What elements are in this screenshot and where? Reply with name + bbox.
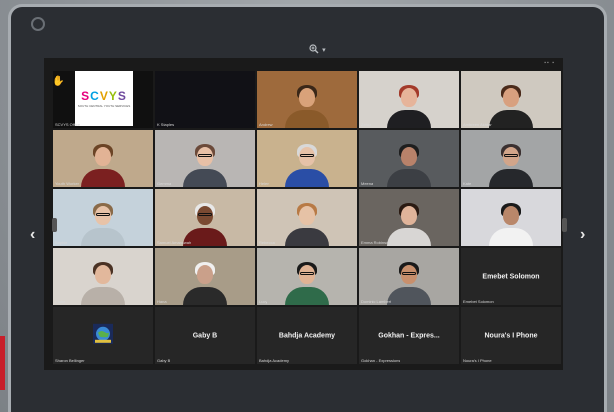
participant-tile[interactable]: Ambreen Akhtar bbox=[461, 71, 561, 128]
participant-tile[interactable]: Emma Robinson bbox=[359, 189, 459, 246]
participant-video bbox=[183, 141, 227, 187]
zoom-in-icon[interactable] bbox=[309, 44, 319, 54]
participant-caption: Rebecca bbox=[259, 240, 275, 245]
participant-tile[interactable]: Gemma bbox=[155, 130, 255, 187]
camera-icon bbox=[31, 17, 45, 31]
participant-tile[interactable]: Sophie bbox=[53, 189, 153, 246]
participant-video bbox=[285, 200, 329, 246]
raised-hand-icon: ✋ bbox=[52, 76, 65, 87]
participant-caption: Emma Robinson bbox=[361, 240, 391, 245]
participant-caption: Noura's I Phone bbox=[463, 358, 492, 363]
next-page-icon[interactable]: › bbox=[580, 226, 585, 244]
right-panel-tab[interactable] bbox=[562, 218, 567, 232]
participant-tile[interactable]: Youth Worker bbox=[53, 130, 153, 187]
participant-video bbox=[285, 82, 329, 128]
participant-caption: Gemma bbox=[157, 181, 172, 186]
participant-tile[interactable]: Gokhan - Expres... Gokhan - Expressions bbox=[359, 307, 459, 364]
participant-tile[interactable]: Andrew bbox=[257, 71, 357, 128]
participant-name: Noura's I Phone bbox=[484, 332, 538, 339]
participant-caption: Kate bbox=[463, 181, 472, 186]
participant-name: Gokhan - Expres... bbox=[378, 332, 440, 339]
prev-page-icon[interactable]: ‹ bbox=[30, 226, 35, 244]
participant-video bbox=[489, 200, 533, 246]
participant-caption: Gaby B bbox=[157, 358, 171, 363]
participant-tile[interactable]: Zehra bbox=[359, 71, 459, 128]
participant-tile[interactable]: Rebecca bbox=[257, 189, 357, 246]
participant-caption: Meena bbox=[361, 181, 374, 186]
participant-tile[interactable]: Dominic Lambert bbox=[359, 248, 459, 305]
participant-video bbox=[387, 259, 431, 305]
participant-video bbox=[81, 141, 125, 187]
scvys-logo: SCVYS SOUTH CENTRAL YOUTH SERVICES bbox=[75, 71, 133, 126]
participant-caption: Lucy bbox=[259, 299, 268, 304]
participant-tile[interactable]: Bahdja Academy Bahdja Academy bbox=[257, 307, 357, 364]
globe-emblem-icon bbox=[92, 322, 114, 344]
participant-caption: Dominic Lambert bbox=[361, 299, 392, 304]
meeting-top-bar: ▪▪ ▪ bbox=[44, 58, 563, 70]
participant-tile[interactable]: SCVYS SOUTH CENTRAL YOUTH SERVICES SCVYS O… bbox=[53, 71, 153, 128]
participant-caption: Emebet Solomon bbox=[463, 299, 494, 304]
participant-tile[interactable]: Lucy bbox=[257, 248, 357, 305]
logo-text: SCVYS bbox=[81, 89, 127, 103]
participant-tile[interactable]: K Staples bbox=[155, 71, 255, 128]
zoom-caret[interactable]: ▾ bbox=[322, 46, 326, 54]
participant-tile[interactable]: Samuel Amankwah bbox=[155, 189, 255, 246]
participant-tile[interactable]: Kate bbox=[461, 130, 561, 187]
participant-caption: Youth Worker bbox=[55, 181, 80, 186]
window-meta: ▪▪ ▪ bbox=[544, 60, 555, 66]
participant-tile[interactable]: Gaby B Gaby B bbox=[155, 307, 255, 364]
participant-caption: Bahdja Academy bbox=[259, 358, 290, 363]
red-accent-bar bbox=[0, 336, 5, 390]
participant-caption: Andrew bbox=[259, 122, 273, 127]
participant-caption: K Staples bbox=[157, 122, 175, 127]
participant-caption: Zehra bbox=[361, 122, 372, 127]
participant-video bbox=[489, 82, 533, 128]
participant-video bbox=[285, 141, 329, 187]
participant-caption: Samuel Amankwah bbox=[157, 240, 192, 245]
top-toolbar: ▾ bbox=[11, 7, 604, 65]
participant-caption: Sophie bbox=[55, 240, 68, 245]
participant-caption: Claire bbox=[55, 299, 66, 304]
participant-name: Gaby B bbox=[192, 332, 218, 339]
participant-tile[interactable]: Noura's I Phone Noura's I Phone bbox=[461, 307, 561, 364]
participant-tile[interactable]: Emebet Solomon Emebet Solomon bbox=[461, 248, 561, 305]
participant-video bbox=[285, 259, 329, 305]
logo-subtitle: SOUTH CENTRAL YOUTH SERVICES bbox=[77, 104, 131, 108]
participant-name: Emebet Solomon bbox=[482, 273, 540, 280]
participant-caption: Gokhan - Expressions bbox=[361, 358, 401, 363]
gallery-grid: SCVYS SOUTH CENTRAL YOUTH SERVICES SCVYS O… bbox=[53, 71, 562, 369]
zoom-control[interactable]: ▾ bbox=[309, 43, 326, 55]
participant-caption: Sharon Bellinger bbox=[55, 358, 85, 363]
left-panel-tab[interactable] bbox=[52, 218, 57, 232]
meeting-window: ▪▪ ▪ SCVYS SOUTH CENTRAL YOUTH SERVICES SC… bbox=[44, 58, 563, 370]
participant-video bbox=[387, 82, 431, 128]
participant-caption: SCVYS Office bbox=[55, 122, 81, 127]
participant-caption: Hana bbox=[157, 299, 167, 304]
participant-caption: Helen bbox=[259, 181, 270, 186]
participant-video bbox=[183, 259, 227, 305]
participant-caption: Ambreen Akhtar bbox=[463, 122, 492, 127]
participant-video bbox=[489, 141, 533, 187]
participant-tile[interactable]: Hana bbox=[155, 248, 255, 305]
participant-video bbox=[387, 141, 431, 187]
participant-video bbox=[387, 200, 431, 246]
participant-name: Bahdja Academy bbox=[278, 332, 336, 339]
participant-tile[interactable]: Claire bbox=[53, 248, 153, 305]
participant-tile[interactable]: Meena bbox=[359, 130, 459, 187]
participant-video bbox=[81, 200, 125, 246]
participant-tile[interactable]: Sharon Bellinger bbox=[53, 307, 153, 364]
participant-tile[interactable]: Helen bbox=[257, 130, 357, 187]
participant-tile[interactable]: Tom Hardy bbox=[461, 189, 561, 246]
participant-caption: Tom Hardy bbox=[463, 240, 483, 245]
participant-video bbox=[81, 259, 125, 305]
